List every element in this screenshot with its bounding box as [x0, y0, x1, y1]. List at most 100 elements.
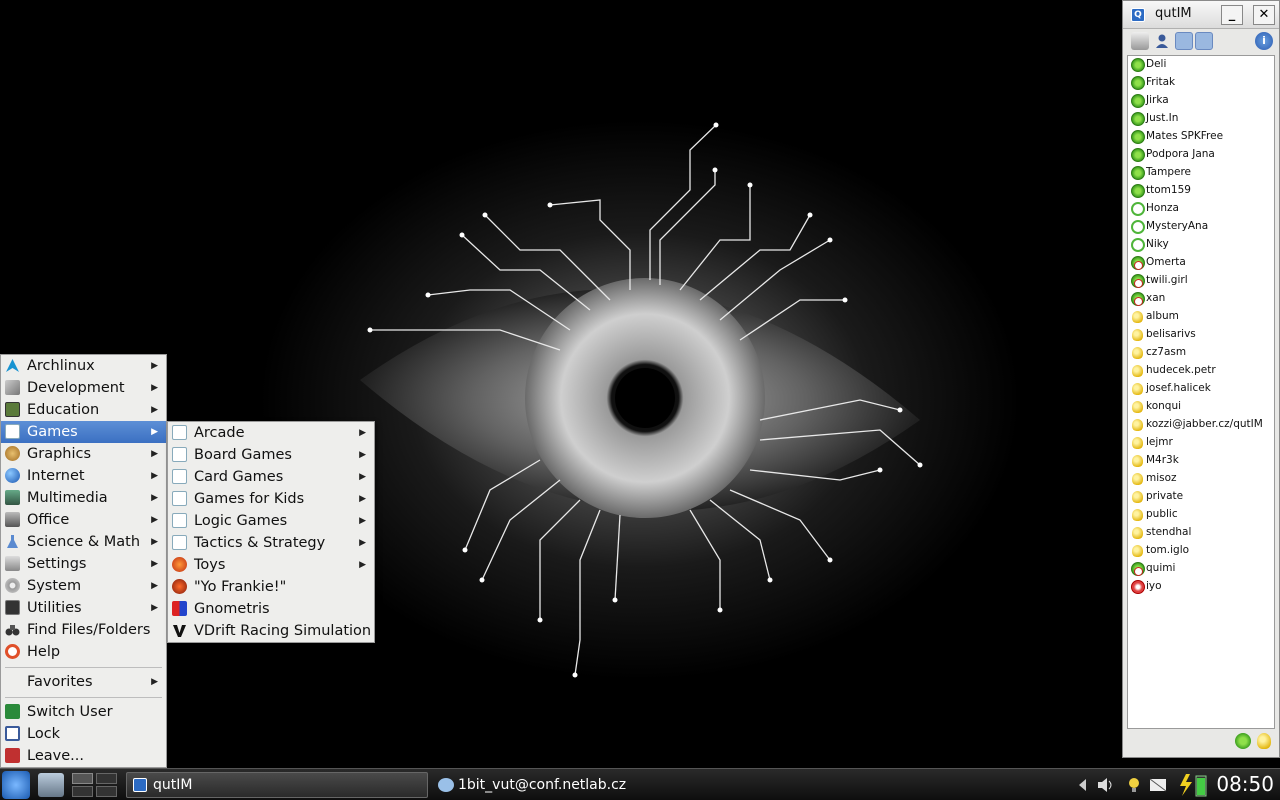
chevron-right-icon: ▶: [151, 515, 158, 525]
education-icon: [5, 402, 20, 417]
chevron-right-icon: ▶: [151, 493, 158, 503]
contact-name: Tampere: [1146, 166, 1192, 178]
qutim-title: qutIM: [1155, 6, 1192, 21]
contact-name: Fritak: [1146, 76, 1176, 88]
pager[interactable]: [72, 773, 118, 797]
clock[interactable]: 08:50: [1216, 772, 1274, 796]
games-item-gnometris[interactable]: Gnometris: [168, 598, 374, 620]
qutim-app-icon: [133, 778, 147, 792]
menu-item-multimedia[interactable]: Multimedia ▶: [1, 487, 166, 509]
status-bulb-icon: [1132, 473, 1143, 485]
menu-item-development[interactable]: Development ▶: [1, 377, 166, 399]
folder-doc-icon: [172, 535, 187, 550]
status-bulb-icon: [1132, 365, 1143, 377]
gnometris-icon: [172, 601, 187, 616]
show-desktop-icon[interactable]: [38, 773, 64, 797]
minimize-button[interactable]: _: [1221, 5, 1243, 25]
main-menu-icon[interactable]: [1131, 32, 1149, 50]
games-item-yo-frankie[interactable]: "Yo Frankie!": [168, 576, 374, 598]
folder-doc-icon: [172, 425, 187, 440]
menu-item-education[interactable]: Education ▶: [1, 399, 166, 421]
show-offline-user-icon[interactable]: [1153, 32, 1171, 50]
settings-icon: [5, 556, 20, 571]
menu-item-utilities[interactable]: Utilities ▶: [1, 597, 166, 619]
menu-item-archlinux[interactable]: Archlinux ▶: [1, 355, 166, 377]
volume-speaker-icon[interactable]: [1096, 775, 1116, 795]
chevron-right-icon: ▶: [359, 428, 366, 438]
pager-desktop-3[interactable]: [72, 786, 93, 797]
contact-name: iyo: [1146, 580, 1162, 592]
folder-doc-icon: [172, 469, 187, 484]
internet-globe-icon: [5, 468, 20, 483]
network-icon[interactable]: [1148, 775, 1168, 795]
menu-item-science-math[interactable]: Science & Math ▶: [1, 531, 166, 553]
jabber-bulb-icon[interactable]: [1124, 775, 1144, 795]
contact-name: stendhal: [1146, 526, 1192, 538]
menu-item-settings[interactable]: Settings ▶: [1, 553, 166, 575]
menu-item-graphics[interactable]: Graphics ▶: [1, 443, 166, 465]
games-item-card-games[interactable]: Card Games ▶: [168, 466, 374, 488]
status-online-icon: [1131, 58, 1145, 72]
games-item-vdrift[interactable]: VDrift Racing Simulation: [168, 620, 374, 642]
status-away-icon: [1131, 274, 1145, 288]
archlinux-icon: [5, 358, 20, 373]
qutim-titlebar[interactable]: Q qutIM _ ✕: [1123, 1, 1279, 29]
menu-item-favorites[interactable]: Favorites ▶: [1, 671, 166, 693]
menu-item-leave[interactable]: Leave...: [1, 745, 166, 767]
contact-name: misoz: [1146, 472, 1177, 484]
status-jabber-icon[interactable]: [1257, 733, 1271, 749]
menu-item-help[interactable]: Help: [1, 641, 166, 663]
taskbar-task-conference[interactable]: 1bit_vut@conf.netlab.cz: [432, 772, 732, 798]
chevron-right-icon: ▶: [151, 405, 158, 415]
chevron-right-icon: ▶: [151, 581, 158, 591]
games-item-board-games[interactable]: Board Games ▶: [168, 444, 374, 466]
sound-toggle-icon[interactable]: [1195, 32, 1213, 50]
chevron-right-icon: ▶: [151, 383, 158, 393]
menu-separator: [5, 697, 162, 698]
menu-item-games[interactable]: Games ▶: [1, 421, 166, 443]
pager-desktop-2[interactable]: [96, 773, 117, 784]
qutim-toolbar: i: [1123, 29, 1279, 53]
start-menu: Archlinux ▶ Development ▶ Education ▶ Games…: [0, 354, 167, 768]
menu-item-system[interactable]: System ▶: [1, 575, 166, 597]
tray-collapse-arrow-icon[interactable]: [1076, 775, 1088, 795]
status-online-icon: [1131, 112, 1145, 126]
battery-power-icon[interactable]: [1176, 772, 1208, 798]
vdrift-icon: [172, 623, 187, 638]
menu-item-switch-user[interactable]: Switch User: [1, 701, 166, 723]
info-icon[interactable]: i: [1255, 32, 1273, 50]
contact-name: lejmr: [1146, 436, 1173, 448]
contact-name: tom.iglo: [1146, 544, 1190, 556]
games-item-logic-games[interactable]: Logic Games ▶: [168, 510, 374, 532]
chevron-right-icon: ▶: [151, 427, 158, 437]
games-item-toys[interactable]: Toys ▶: [168, 554, 374, 576]
taskbar: qutIM 1bit_vut@conf.netlab.cz 08:50: [0, 768, 1280, 800]
contact-list: Deli Fritak Jirka Just.In Mates SPKFree Podpo…: [1127, 55, 1275, 729]
groups-folder-icon[interactable]: [1175, 32, 1193, 50]
chevron-right-icon: ▶: [359, 560, 366, 570]
menu-item-internet[interactable]: Internet ▶: [1, 465, 166, 487]
start-menu-button[interactable]: [2, 771, 30, 799]
games-item-arcade[interactable]: Arcade ▶: [168, 422, 374, 444]
status-bulb-icon: [1132, 329, 1143, 341]
status-online-icon[interactable]: [1235, 733, 1251, 749]
menu-item-lock[interactable]: Lock: [1, 723, 166, 745]
status-bulb-icon: [1132, 545, 1143, 557]
status-offline-icon: [1131, 202, 1145, 216]
multimedia-icon: [5, 490, 20, 505]
games-icon: [5, 424, 20, 439]
menu-item-find-files[interactable]: Find Files/Folders: [1, 619, 166, 641]
pager-desktop-4[interactable]: [96, 786, 117, 797]
taskbar-task-qutim[interactable]: qutIM: [126, 772, 428, 798]
status-bulb-icon: [1132, 509, 1143, 521]
qutim-app-icon: Q: [1131, 8, 1145, 22]
utilities-icon: [5, 600, 20, 615]
menu-separator: [5, 667, 162, 668]
close-button[interactable]: ✕: [1253, 5, 1275, 25]
menu-item-office[interactable]: Office ▶: [1, 509, 166, 531]
qutim-statusbar: [1123, 729, 1279, 757]
pager-desktop-1[interactable]: [72, 773, 93, 784]
games-item-tactics-strategy[interactable]: Tactics & Strategy ▶: [168, 532, 374, 554]
status-bulb-icon: [1132, 311, 1143, 323]
games-item-games-for-kids[interactable]: Games for Kids ▶: [168, 488, 374, 510]
